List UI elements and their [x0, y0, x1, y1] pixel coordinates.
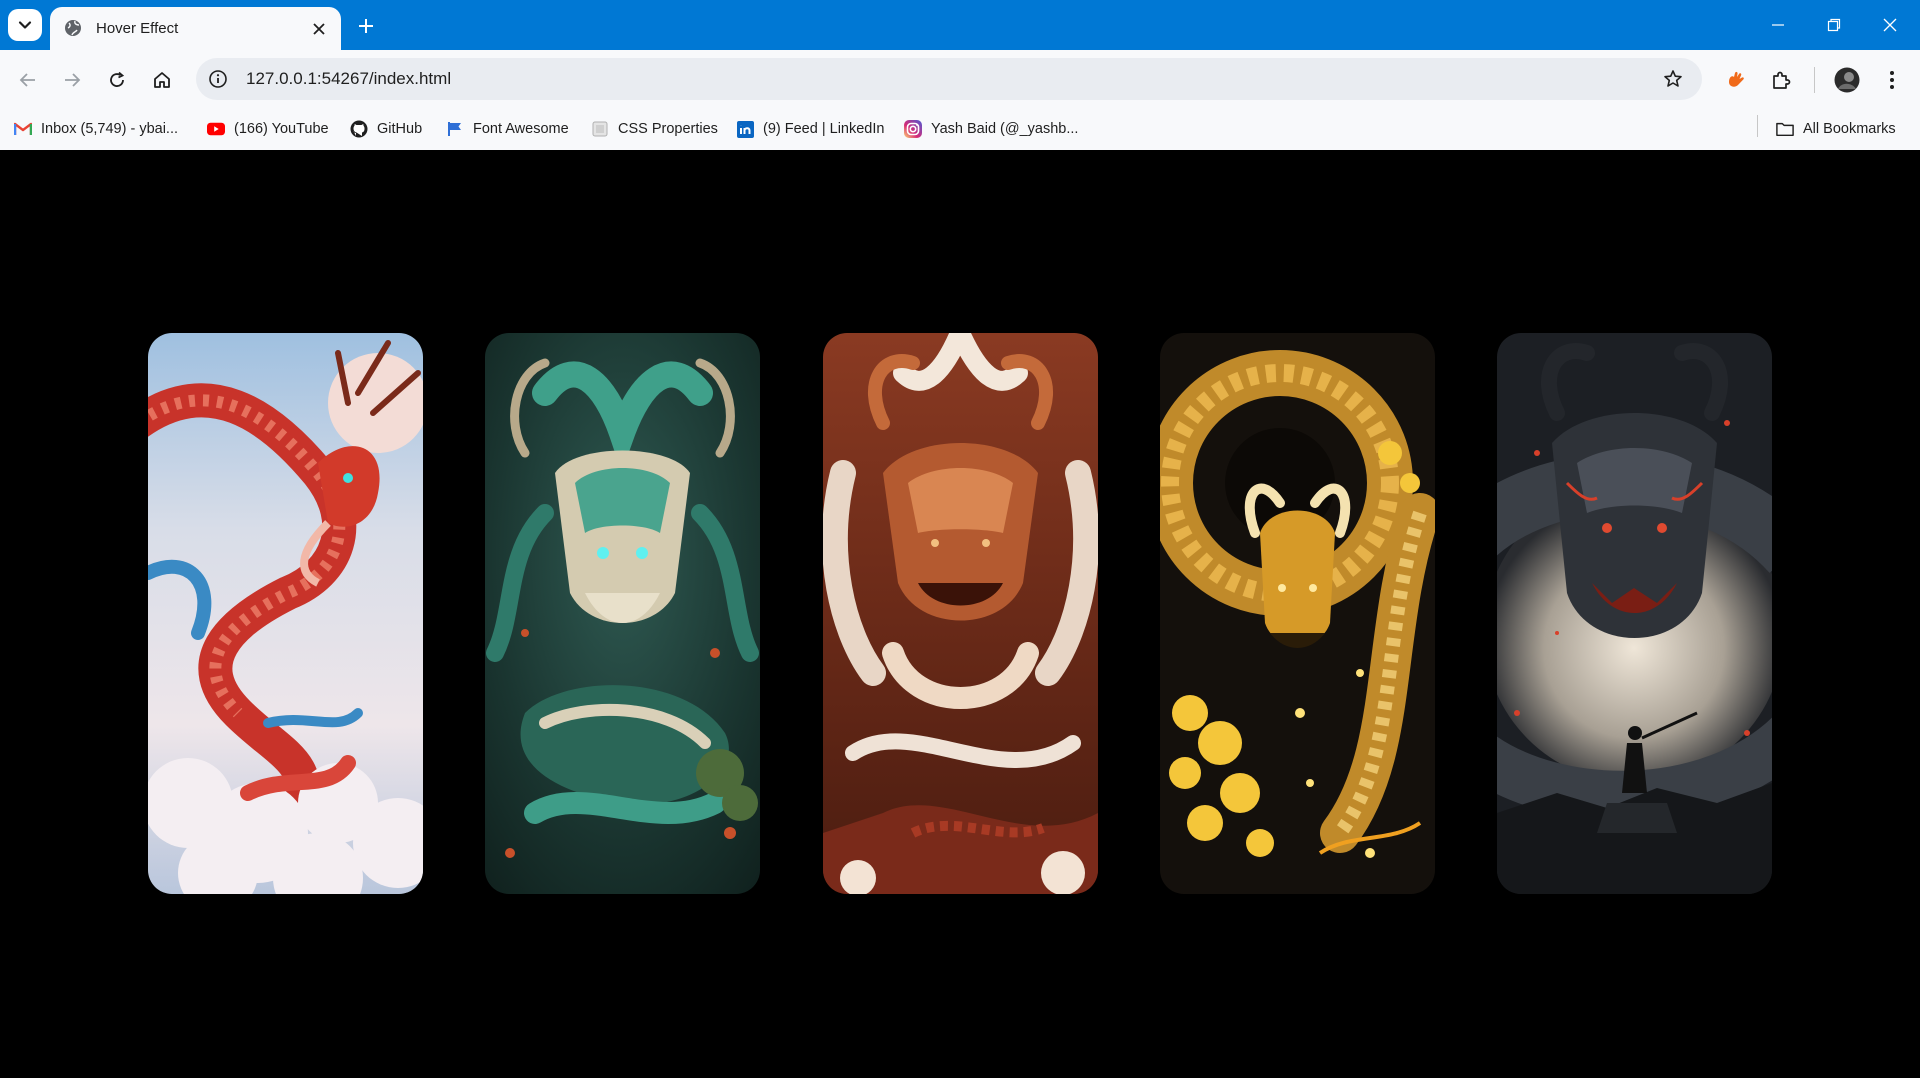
restore-button[interactable] [1806, 0, 1862, 50]
minimize-button[interactable] [1750, 0, 1806, 50]
all-bookmarks-label: All Bookmarks [1803, 121, 1896, 137]
dragon-card-brown[interactable] [823, 333, 1098, 894]
new-tab-button[interactable] [352, 12, 380, 40]
dragon-card-gold[interactable] [1160, 333, 1435, 894]
bookmark-gmail[interactable]: Inbox (5,749) - ybai... [14, 118, 178, 140]
browser-toolbar: 127.0.0.1:54267/index.html [0, 50, 1920, 108]
all-bookmarks-button[interactable]: All Bookmarks [1776, 118, 1896, 140]
bookmark-font-awesome[interactable]: Font Awesome [446, 118, 569, 140]
tab-strip: Hover Effect [0, 0, 1920, 50]
bookmark-label: (9) Feed | LinkedIn [763, 121, 885, 137]
home-button[interactable] [146, 64, 178, 96]
close-window-button[interactable] [1862, 0, 1918, 50]
url-text[interactable]: 127.0.0.1:54267/index.html [246, 69, 1658, 89]
bookmarks-divider [1757, 115, 1758, 137]
home-icon [154, 72, 170, 88]
reload-button[interactable] [101, 64, 133, 96]
close-icon [1883, 18, 1897, 32]
bookmark-label: (166) YouTube [234, 121, 329, 137]
gold-dragon-image [1160, 333, 1435, 894]
menu-button[interactable] [1876, 64, 1908, 96]
chevron-down-icon [18, 21, 32, 29]
black-dragon-image [1497, 333, 1772, 894]
puzzle-icon [1773, 71, 1791, 89]
dragon-card-black[interactable] [1497, 333, 1772, 894]
star-icon[interactable] [1658, 64, 1688, 94]
arrow-right-icon [65, 73, 81, 87]
tab-search-button[interactable] [8, 9, 42, 41]
globe-icon [64, 19, 84, 39]
arrow-left-icon [19, 73, 35, 87]
avatar [1834, 67, 1860, 93]
linkedin-icon [736, 120, 754, 138]
github-icon [350, 120, 368, 138]
dragon-card-green[interactable] [485, 333, 760, 894]
extensions-menu-button[interactable] [1765, 64, 1797, 96]
reload-icon [110, 71, 125, 87]
bookmark-instagram[interactable]: Yash Baid (@_yashb... [904, 118, 1078, 140]
bookmark-label: Yash Baid (@_yashb... [931, 121, 1079, 137]
bookmark-youtube[interactable]: (166) YouTube [207, 118, 329, 140]
extension-button[interactable] [1720, 64, 1752, 96]
bookmark-label: GitHub [377, 121, 423, 137]
brown-dragon-image [823, 333, 1098, 894]
forward-button[interactable] [56, 64, 88, 96]
site-info-icon[interactable] [206, 67, 230, 91]
tab-title: Hover Effect [96, 20, 179, 37]
gmail-icon [14, 120, 32, 138]
bookmark-linkedin[interactable]: (9) Feed | LinkedIn [736, 118, 884, 140]
bookmark-label: Font Awesome [473, 121, 569, 137]
dragon-card-red[interactable] [148, 333, 423, 894]
close-icon[interactable] [307, 17, 331, 41]
hand-extension-icon [1729, 71, 1744, 87]
toolbar-divider [1814, 67, 1815, 93]
more-vert-icon [1890, 71, 1894, 89]
bookmark-css-properties[interactable]: CSS Properties [591, 118, 718, 140]
page-icon [591, 120, 609, 138]
folder-icon [1776, 120, 1794, 138]
bookmarks-bar: Inbox (5,749) - ybai... (166) YouTube Gi… [0, 108, 1920, 150]
back-button[interactable] [12, 64, 44, 96]
red-dragon-image [148, 333, 423, 894]
bookmark-github[interactable]: GitHub [350, 118, 422, 140]
bookmark-label: CSS Properties [618, 121, 718, 137]
plus-icon [359, 19, 373, 33]
address-bar[interactable]: 127.0.0.1:54267/index.html [196, 58, 1702, 100]
browser-tab[interactable]: Hover Effect [50, 7, 341, 50]
minimize-icon [1772, 24, 1784, 26]
profile-button[interactable] [1831, 64, 1863, 96]
youtube-icon [207, 120, 225, 138]
font-awesome-icon [446, 120, 464, 138]
bookmark-label: Inbox (5,749) - ybai... [41, 121, 179, 137]
restore-icon [1827, 18, 1841, 32]
page-content [0, 150, 1920, 1078]
green-dragon-image [485, 333, 760, 894]
instagram-icon [904, 120, 922, 138]
